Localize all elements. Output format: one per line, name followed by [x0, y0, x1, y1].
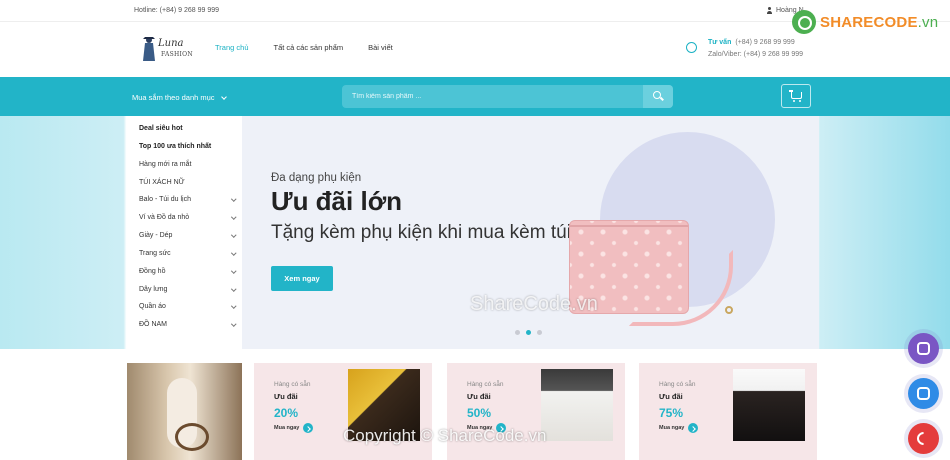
site-logo[interactable]: Luna FASHION — [142, 36, 193, 64]
sidebar-item-label: TÚI XÁCH NỮ — [139, 179, 185, 186]
promo-availability: Hàng có sẵn — [659, 381, 696, 388]
promo-card[interactable]: Hàng có sẵn Ưu đãi 75% Mua ngay — [639, 363, 817, 460]
sidebar-item-label: Top 100 ưa thích nhất — [139, 143, 212, 150]
hero-subtitle: Tặng kèm phụ kiện khi mua kèm túi — [271, 222, 571, 243]
search-input[interactable] — [342, 85, 643, 108]
promo-discount: 20% — [274, 406, 299, 420]
chevron-down-icon — [230, 232, 236, 238]
sidebar-item-backpacks[interactable]: Balo - Túi du lịch — [139, 196, 236, 203]
viber-icon — [917, 342, 930, 355]
chevron-down-icon — [230, 286, 236, 292]
arrow-right-icon — [303, 423, 314, 433]
sidebar-item-watches[interactable]: Đồng hồ — [139, 268, 236, 275]
sidebar-item-wallets[interactable]: Ví và Đồ da nhỏ — [139, 214, 236, 221]
category-menu-button[interactable]: Mua sắm theo danh mục — [132, 93, 227, 102]
buy-now-link[interactable]: Mua ngay — [274, 423, 314, 433]
search-box — [342, 85, 673, 108]
nav-all-products[interactable]: Tất cả các sản phẩm — [274, 43, 344, 52]
viber-button[interactable] — [908, 333, 939, 364]
promo-discount: 75% — [659, 406, 684, 420]
buy-now-link[interactable]: Mua ngay — [659, 423, 699, 433]
sidebar-item-label: Hàng mới ra mắt — [139, 161, 192, 168]
zalo-button[interactable] — [908, 378, 939, 409]
promo-offer: Ưu đãi — [467, 392, 491, 401]
slider-dots — [515, 330, 542, 335]
sidebar-item-belts[interactable]: Dây lưng — [139, 286, 236, 293]
promo-offer: Ưu đãi — [659, 392, 683, 401]
sidebar-item-label: Balo - Túi du lịch — [139, 196, 192, 203]
chevron-down-icon — [230, 214, 236, 220]
cart-icon — [789, 90, 802, 102]
chevron-down-icon — [230, 250, 236, 256]
consult-label: Tư vấn — [708, 39, 732, 46]
sidebar-item-top100[interactable]: Top 100 ưa thích nhất — [139, 143, 235, 150]
chevron-down-icon — [230, 321, 236, 327]
sidebar-item-womens-bags[interactable]: TÚI XÁCH NỮ — [139, 179, 235, 186]
watermark-copyright: Copyright © ShareCode.vn — [343, 426, 547, 445]
main-nav: Trang chủ Tất cả các sản phẩm Bài viết — [215, 43, 393, 52]
category-sidebar: Deal siêu hot Top 100 ưa thích nhất Hàng… — [127, 116, 241, 349]
zalo-viber-line[interactable]: Zalo/Viber: (+84) 9 268 99 999 — [708, 49, 803, 61]
logo-wordmark: FASHION — [161, 51, 193, 58]
zalo-icon — [917, 387, 930, 400]
chevron-down-icon — [220, 93, 227, 100]
sidebar-item-shoes[interactable]: Giày - Dép — [139, 232, 236, 239]
phone-icon — [914, 429, 933, 448]
category-menu-label: Mua sắm theo danh mục — [132, 93, 215, 102]
chevron-down-icon — [230, 303, 236, 309]
promo-discount: 50% — [467, 406, 492, 420]
nav-articles[interactable]: Bài viết — [368, 43, 393, 52]
sidebar-item-deal[interactable]: Deal siêu hot — [139, 125, 235, 132]
promo-offer: Ưu đãi — [274, 392, 298, 401]
slider-dot-active[interactable] — [526, 330, 531, 335]
promo-product-image — [733, 369, 805, 441]
phone-button[interactable] — [908, 423, 939, 454]
sidebar-item-menswear[interactable]: ĐỒ NAM — [139, 321, 236, 328]
slider-dot[interactable] — [515, 330, 520, 335]
arrow-right-icon — [688, 423, 699, 433]
sidebar-item-label: ĐỒ NAM — [139, 321, 167, 328]
watermark-center: ShareCode.vn — [470, 293, 598, 315]
search-icon — [653, 91, 661, 99]
cart-button[interactable] — [781, 84, 811, 108]
sidebar-item-label: Quần áo — [139, 303, 166, 310]
fashion-photo[interactable] — [127, 363, 242, 460]
sidebar-item-label: Deal siêu hot — [139, 125, 183, 132]
user-icon — [766, 7, 773, 14]
sidebar-item-label: Trang sức — [139, 250, 171, 257]
search-bar-strip: Mua sắm theo danh mục — [0, 77, 950, 116]
hero-kicker: Đa dạng phụ kiện — [271, 172, 362, 184]
sidebar-item-label: Giày - Dép — [139, 232, 173, 239]
view-now-button[interactable]: Xem ngay — [271, 266, 333, 291]
hero-title: Ưu đãi lớn — [271, 186, 403, 216]
sidebar-item-clothing[interactable]: Quần áo — [139, 303, 236, 310]
promo-availability: Hàng có sẵn — [467, 381, 504, 388]
sidebar-item-new-arrivals[interactable]: Hàng mới ra mắt — [139, 161, 235, 168]
headset-icon — [686, 42, 697, 53]
consult-contact: Tư vấn (+84) 9 268 99 999 Zalo/Viber: (+8… — [686, 37, 803, 61]
chevron-down-icon — [230, 268, 236, 274]
promo-product-image — [541, 369, 613, 441]
site-header: Luna FASHION Trang chủ Tất cả các sản ph… — [0, 22, 950, 77]
hotline-text: Hotline: (+84) 9 268 99 999 — [134, 7, 220, 14]
consult-phone[interactable]: (+84) 9 268 99 999 — [735, 39, 794, 46]
sidebar-item-jewelry[interactable]: Trang sức — [139, 250, 236, 257]
sidebar-item-label: Ví và Đồ da nhỏ — [139, 214, 190, 221]
logo-script: Luna — [158, 38, 184, 49]
promo-availability: Hàng có sẵn — [274, 381, 311, 388]
chevron-down-icon — [230, 196, 236, 202]
nav-home[interactable]: Trang chủ — [215, 43, 249, 52]
logo-figure-icon — [143, 37, 155, 61]
slider-dot[interactable] — [537, 330, 542, 335]
search-button[interactable] — [643, 85, 673, 108]
sidebar-item-label: Dây lưng — [139, 286, 168, 293]
sidebar-item-label: Đồng hồ — [139, 268, 166, 275]
